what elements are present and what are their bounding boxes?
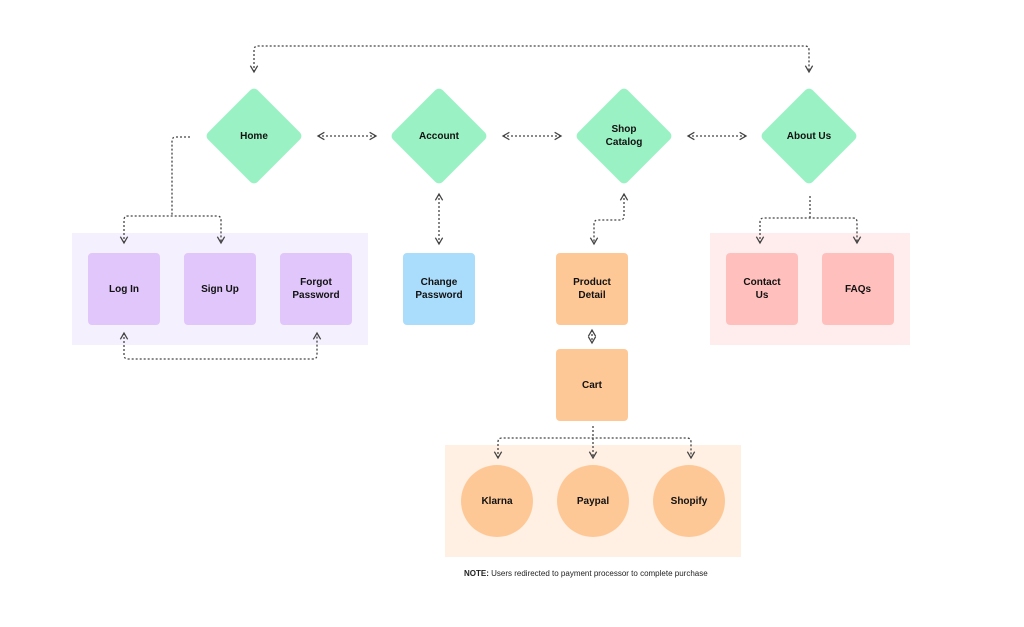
page-node-contact-us[interactable]: Contact Us xyxy=(726,253,798,325)
payment-node-paypal[interactable]: Paypal xyxy=(557,465,629,537)
payment-node-label: Klarna xyxy=(481,495,513,507)
page-node-log-in[interactable]: Log In xyxy=(88,253,160,325)
connector-home-auth xyxy=(171,136,190,216)
payment-node-label: Paypal xyxy=(576,495,610,507)
nav-node-label: About Us xyxy=(786,130,832,142)
page-node-label: Product Detail xyxy=(573,277,611,301)
page-node-label: Contact Us xyxy=(743,277,781,301)
page-node-cart[interactable]: Cart xyxy=(556,349,628,421)
page-node-label: Cart xyxy=(581,379,602,391)
payment-node-shopify[interactable]: Shopify xyxy=(653,465,725,537)
page-node-label: Sign Up xyxy=(201,283,239,295)
footnote: NOTE: Users redirected to payment proces… xyxy=(464,569,708,578)
page-node-label: FAQs xyxy=(844,283,872,295)
page-node-faqs[interactable]: FAQs xyxy=(822,253,894,325)
page-node-sign-up[interactable]: Sign Up xyxy=(184,253,256,325)
page-node-label: Forgot Password xyxy=(292,277,340,301)
page-node-product-detail[interactable]: Product Detail xyxy=(556,253,628,325)
page-node-forgot-password[interactable]: Forgot Password xyxy=(280,253,352,325)
footnote-prefix: NOTE: xyxy=(464,569,489,578)
connector-shop-product xyxy=(589,192,629,246)
footnote-text: Users redirected to payment processor to… xyxy=(488,569,708,578)
nav-node-shop-catalog[interactable]: Shop Catalog xyxy=(574,86,674,186)
nav-node-label: Account xyxy=(419,130,459,142)
payment-node-label: Shopify xyxy=(670,495,708,507)
nav-node-home[interactable]: Home xyxy=(204,86,304,186)
page-node-change-password[interactable]: Change Password xyxy=(403,253,475,325)
connector-home-about xyxy=(249,45,814,74)
page-node-label: Log In xyxy=(109,283,139,295)
page-node-label: Change Password xyxy=(415,277,463,301)
payment-node-klarna[interactable]: Klarna xyxy=(461,465,533,537)
nav-node-account[interactable]: Account xyxy=(389,86,489,186)
nav-node-about-us[interactable]: About Us xyxy=(759,86,859,186)
nav-node-label: Shop Catalog xyxy=(605,124,643,148)
nav-node-label: Home xyxy=(240,130,268,142)
